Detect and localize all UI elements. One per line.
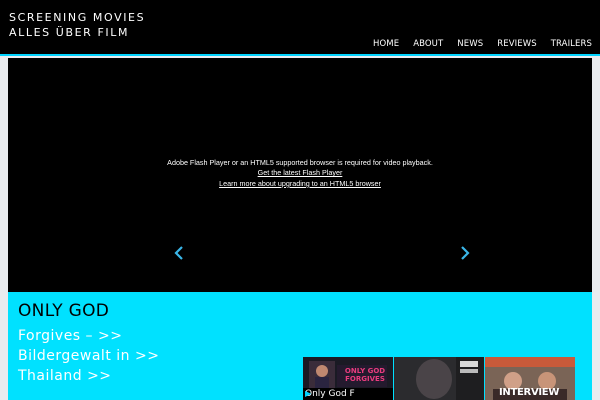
nav-item-trailers[interactable]: TRAILERS [544,39,592,49]
caption-line[interactable]: Thailand >> [18,366,159,386]
slider-thumbnails: ONLY GOD FORGIVES Only God F ▶ INTERVIEW [303,357,575,400]
site-header: SCREENING MOVIES ALLES ÜBER FILM HOME AB… [0,0,600,54]
play-icon: ▶ [305,389,312,398]
nav-item-about[interactable]: ABOUT [406,39,450,49]
poster-title: ONLY GOD FORGIVES [344,367,386,383]
thumbnail-poster[interactable] [394,357,484,400]
nav-item-reviews[interactable]: REVIEWS [490,39,543,49]
caption-line[interactable]: Forgives – >> [18,326,159,346]
caption-title: ONLY GOD [18,301,110,321]
nav-item-news[interactable]: NEWS [450,39,490,49]
poster-title: INTERVIEW [499,387,560,398]
poster-image [394,357,484,400]
flash-required-text: Adobe Flash Player or an HTML5 supported… [167,158,433,167]
caption-text[interactable]: Forgives – >> Bildergewalt in >> Thailan… [18,326,159,386]
site-title[interactable]: SCREENING MOVIES ALLES ÜBER FILM [9,11,145,40]
flash-message: Adobe Flash Player or an HTML5 supported… [8,158,592,189]
thumbnail-label: Only God F ▶ [303,388,393,400]
html5-upgrade-link[interactable]: Learn more about upgrading to an HTML5 b… [8,179,592,189]
thumbnail-only-god-forgives[interactable]: ONLY GOD FORGIVES Only God F ▶ [303,357,393,400]
nav-item-home[interactable]: HOME [373,39,406,49]
main-nav: HOME ABOUT NEWS REVIEWS TRAILERS [373,39,592,49]
site-title-line1[interactable]: SCREENING MOVIES [9,11,145,26]
thumbnail-poster[interactable]: INTERVIEW [485,357,575,400]
video-player[interactable]: Adobe Flash Player or an HTML5 supported… [8,58,592,292]
chevron-right-icon[interactable] [460,246,470,266]
caption-line[interactable]: Bildergewalt in >> [18,346,159,366]
chevron-left-icon[interactable] [174,246,184,266]
site-title-line2[interactable]: ALLES ÜBER FILM [9,26,145,41]
get-flash-link[interactable]: Get the latest Flash Player [8,168,592,178]
